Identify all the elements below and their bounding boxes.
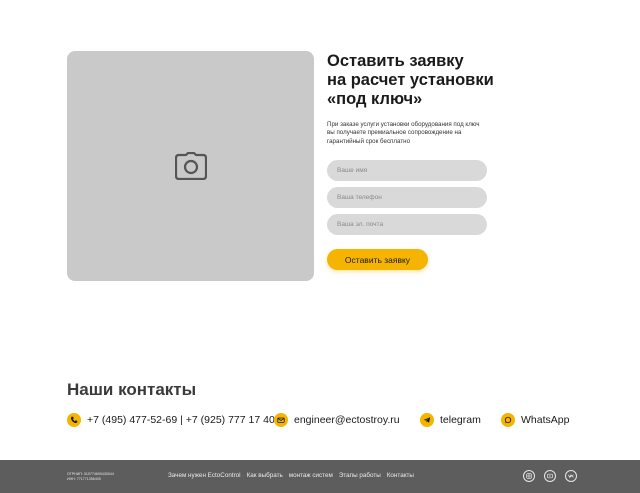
whatsapp-icon <box>501 413 515 427</box>
footer-link-work-stages[interactable]: Этапы работы <box>339 472 381 479</box>
contact-whatsapp-text: WhatsApp <box>521 414 570 426</box>
name-input[interactable] <box>327 160 487 181</box>
phone-input[interactable] <box>327 187 487 208</box>
request-form: Оставить заявку на расчет установки «под… <box>327 52 527 270</box>
email-input[interactable] <box>327 214 487 235</box>
legal-info: ОГРНИП: 319774600430044 ИНН: 77177135640… <box>67 472 114 482</box>
contacts-row: +7 (495) 477-52-69 | +7 (925) 777 17 40 … <box>67 411 587 429</box>
footer-link-how-to-choose[interactable]: Как выбрать <box>247 472 283 479</box>
mail-icon <box>274 413 288 427</box>
footer-link-installation[interactable]: монтаж систем <box>289 472 333 479</box>
youtube-link[interactable] <box>544 470 556 482</box>
phone-icon <box>67 413 81 427</box>
footer-link-contacts[interactable]: Контакты <box>387 472 414 479</box>
contact-whatsapp[interactable]: WhatsApp <box>501 411 569 429</box>
hero-image-placeholder <box>67 51 314 281</box>
footer: ОГРНИП: 319774600430044 ИНН: 77177135640… <box>0 460 640 493</box>
form-description: При заказе услуги установки оборудования… <box>327 121 480 145</box>
contact-telegram[interactable]: telegram <box>420 411 481 429</box>
form-title: Оставить заявку на расчет установки «под… <box>327 52 494 108</box>
vk-link[interactable] <box>565 470 577 482</box>
contacts-title: Наши контакты <box>67 380 197 399</box>
contact-phone-text: +7 (495) 477-52-69 | +7 (925) 777 17 40 <box>87 414 275 426</box>
footer-link-why-ectocontrol[interactable]: Зачем нужен EctoControl <box>168 472 241 479</box>
contact-telegram-text: telegram <box>440 414 481 426</box>
instagram-icon <box>526 473 532 479</box>
inn-text: ИНН: 771771356405 <box>67 477 101 481</box>
social-links <box>523 470 586 482</box>
submit-request-button[interactable]: Оставить заявку <box>327 249 428 270</box>
footer-nav: Зачем нужен EctoControl Как выбрать монт… <box>168 472 420 479</box>
youtube-icon <box>547 473 553 479</box>
instagram-link[interactable] <box>523 470 535 482</box>
contact-email-text: engineer@ectostroy.ru <box>294 414 400 426</box>
contact-email[interactable]: engineer@ectostroy.ru <box>274 411 400 429</box>
vk-icon <box>568 474 574 479</box>
telegram-icon <box>420 413 434 427</box>
contact-phone[interactable]: +7 (495) 477-52-69 | +7 (925) 777 17 40 <box>67 411 275 429</box>
camera-icon <box>174 152 207 180</box>
